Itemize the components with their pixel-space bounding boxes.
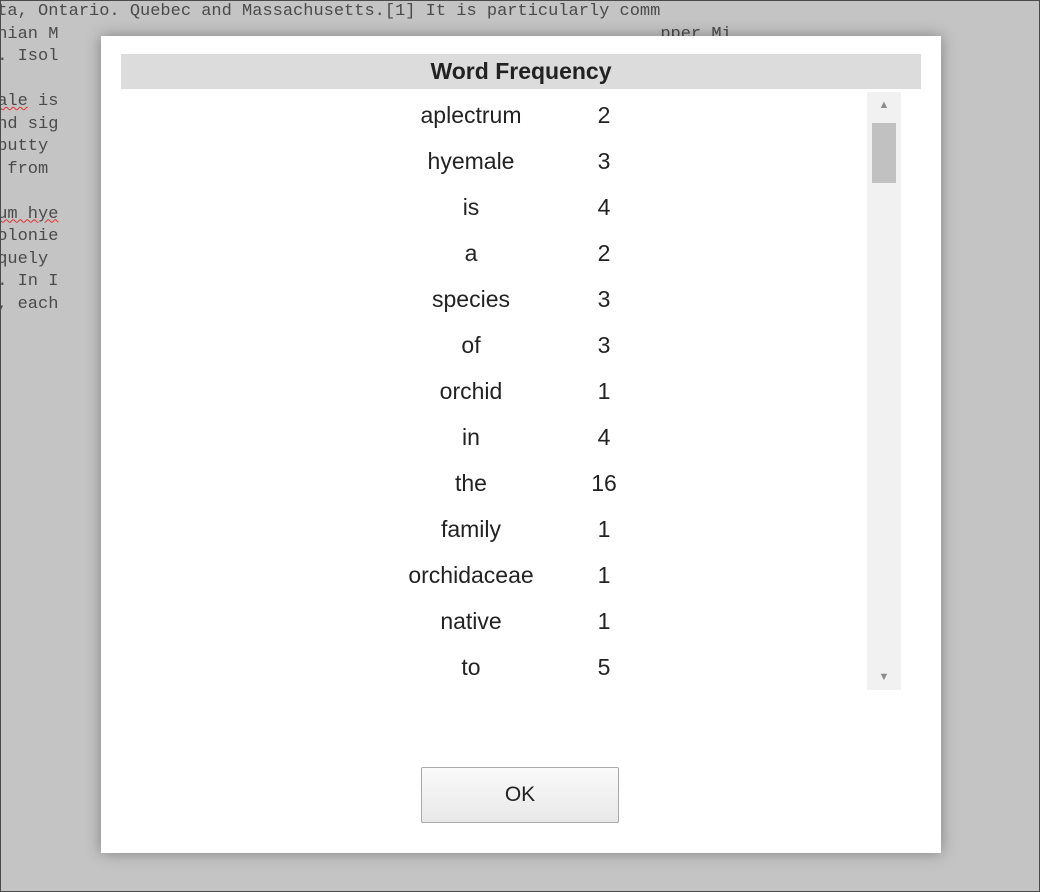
- document-text-fragment: colonie: [1, 227, 59, 246]
- frequency-row: species 3: [101, 276, 901, 322]
- count-cell: 2: [597, 240, 611, 266]
- word-cell: native: [440, 608, 502, 634]
- scroll-down-arrow-icon[interactable]: ▼: [867, 668, 901, 686]
- word-frequency-list[interactable]: aplectrum 2 hyemale 3 is 4 a 2 species 3 of 3 orchid…: [101, 92, 901, 690]
- document-text-fragment: d from: [7, 159, 49, 179]
- document-text-fragment: chian M: [1, 24, 59, 44]
- document-text-fragment: and sig: [1, 114, 59, 134]
- scrollbar-thumb[interactable]: [872, 123, 896, 183]
- document-text-fragment: is: [27, 92, 59, 111]
- word-cell: orchid: [439, 378, 503, 404]
- frequency-row: is 4: [101, 184, 901, 230]
- word-cell: aplectrum: [420, 102, 522, 128]
- word-cell: a: [464, 240, 478, 266]
- misspelled-word: tum hye: [1, 204, 59, 224]
- count-cell: 1: [597, 378, 611, 404]
- word-cell: hyemale: [427, 148, 515, 174]
- frequency-row: orchidaceae 1: [101, 552, 901, 598]
- document-line: s, each: [1, 294, 59, 314]
- document-text-fragment: iquely: [1, 249, 49, 269]
- frequency-row: to 5: [101, 644, 901, 690]
- frequency-row: aplectrum 2: [101, 92, 901, 138]
- document-window: ota, Ontario. Quebec and Massachusetts.[…: [0, 0, 1040, 892]
- word-cell: to: [461, 654, 481, 680]
- word-cell: the: [455, 470, 487, 496]
- document-line: d from: [1, 159, 58, 179]
- word-cell: in: [462, 424, 480, 450]
- word-cell: is: [462, 194, 480, 220]
- document-text-fragment: s. Isol: [1, 47, 59, 66]
- word-cell: orchidaceae: [408, 562, 534, 588]
- document-text-fragment: ota, Ontario. Quebec and Massachusetts.[…: [0, 2, 661, 21]
- document-text-fragment: s. In I: [1, 272, 59, 291]
- ok-button[interactable]: OK: [421, 767, 619, 823]
- count-cell: 4: [597, 424, 611, 450]
- count-cell: 5: [597, 654, 611, 680]
- frequency-row: family 1: [101, 506, 901, 552]
- document-text-fragment: s, each: [1, 294, 59, 314]
- frequency-row: of 3: [101, 322, 901, 368]
- frequency-row: hyemale 3: [101, 138, 901, 184]
- word-cell: family: [440, 516, 502, 542]
- frequency-row: in 4: [101, 414, 901, 460]
- word-cell: species: [432, 286, 510, 312]
- count-cell: 3: [597, 332, 611, 358]
- frequency-row: a2: [101, 230, 901, 276]
- count-cell: 3: [597, 286, 611, 312]
- document-line: ota, Ontario. Quebec and Massachusetts.[…: [0, 2, 661, 21]
- word-cell: of: [461, 332, 481, 358]
- count-cell: 3: [597, 148, 611, 174]
- document-text-fragment: putty: [0, 137, 49, 156]
- frequency-row: orchid 1: [101, 368, 901, 414]
- count-cell: 4: [597, 194, 611, 220]
- document-line: s. Isol: [1, 47, 59, 66]
- word-frequency-dialog: Word Frequency aplectrum 2 hyemale 3 is 4 a 2 sp…: [101, 36, 941, 853]
- frequency-row: native 1: [101, 598, 901, 644]
- count-cell: 1: [597, 608, 611, 634]
- scroll-up-arrow-icon[interactable]: ▲: [867, 96, 901, 114]
- count-cell: 1: [597, 516, 611, 542]
- count-cell: 1: [597, 562, 611, 588]
- count-cell: 2: [597, 102, 611, 128]
- count-cell: 16: [591, 470, 617, 496]
- frequency-row: the 16: [101, 460, 901, 506]
- misspelled-word: hale: [1, 92, 28, 111]
- scrollbar[interactable]: ▲ ▼: [867, 92, 901, 690]
- dialog-title: Word Frequency: [121, 54, 921, 89]
